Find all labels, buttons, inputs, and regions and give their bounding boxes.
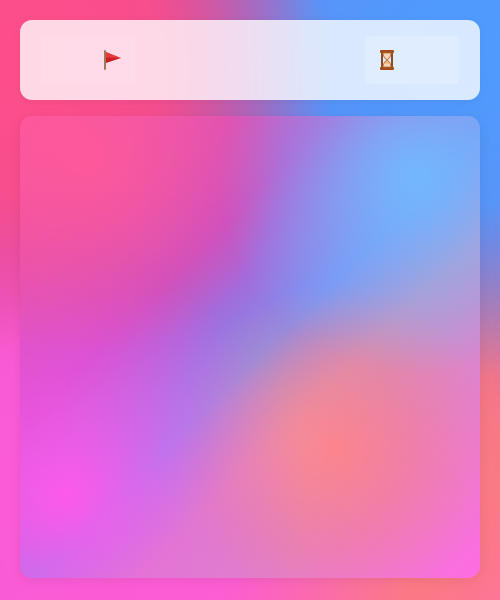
flags-counter [41,36,135,84]
hourglass-icon [380,50,394,70]
game-hud [20,20,480,100]
timer-counter [365,36,459,84]
game-board[interactable] [20,116,480,578]
flag-icon [104,50,121,70]
